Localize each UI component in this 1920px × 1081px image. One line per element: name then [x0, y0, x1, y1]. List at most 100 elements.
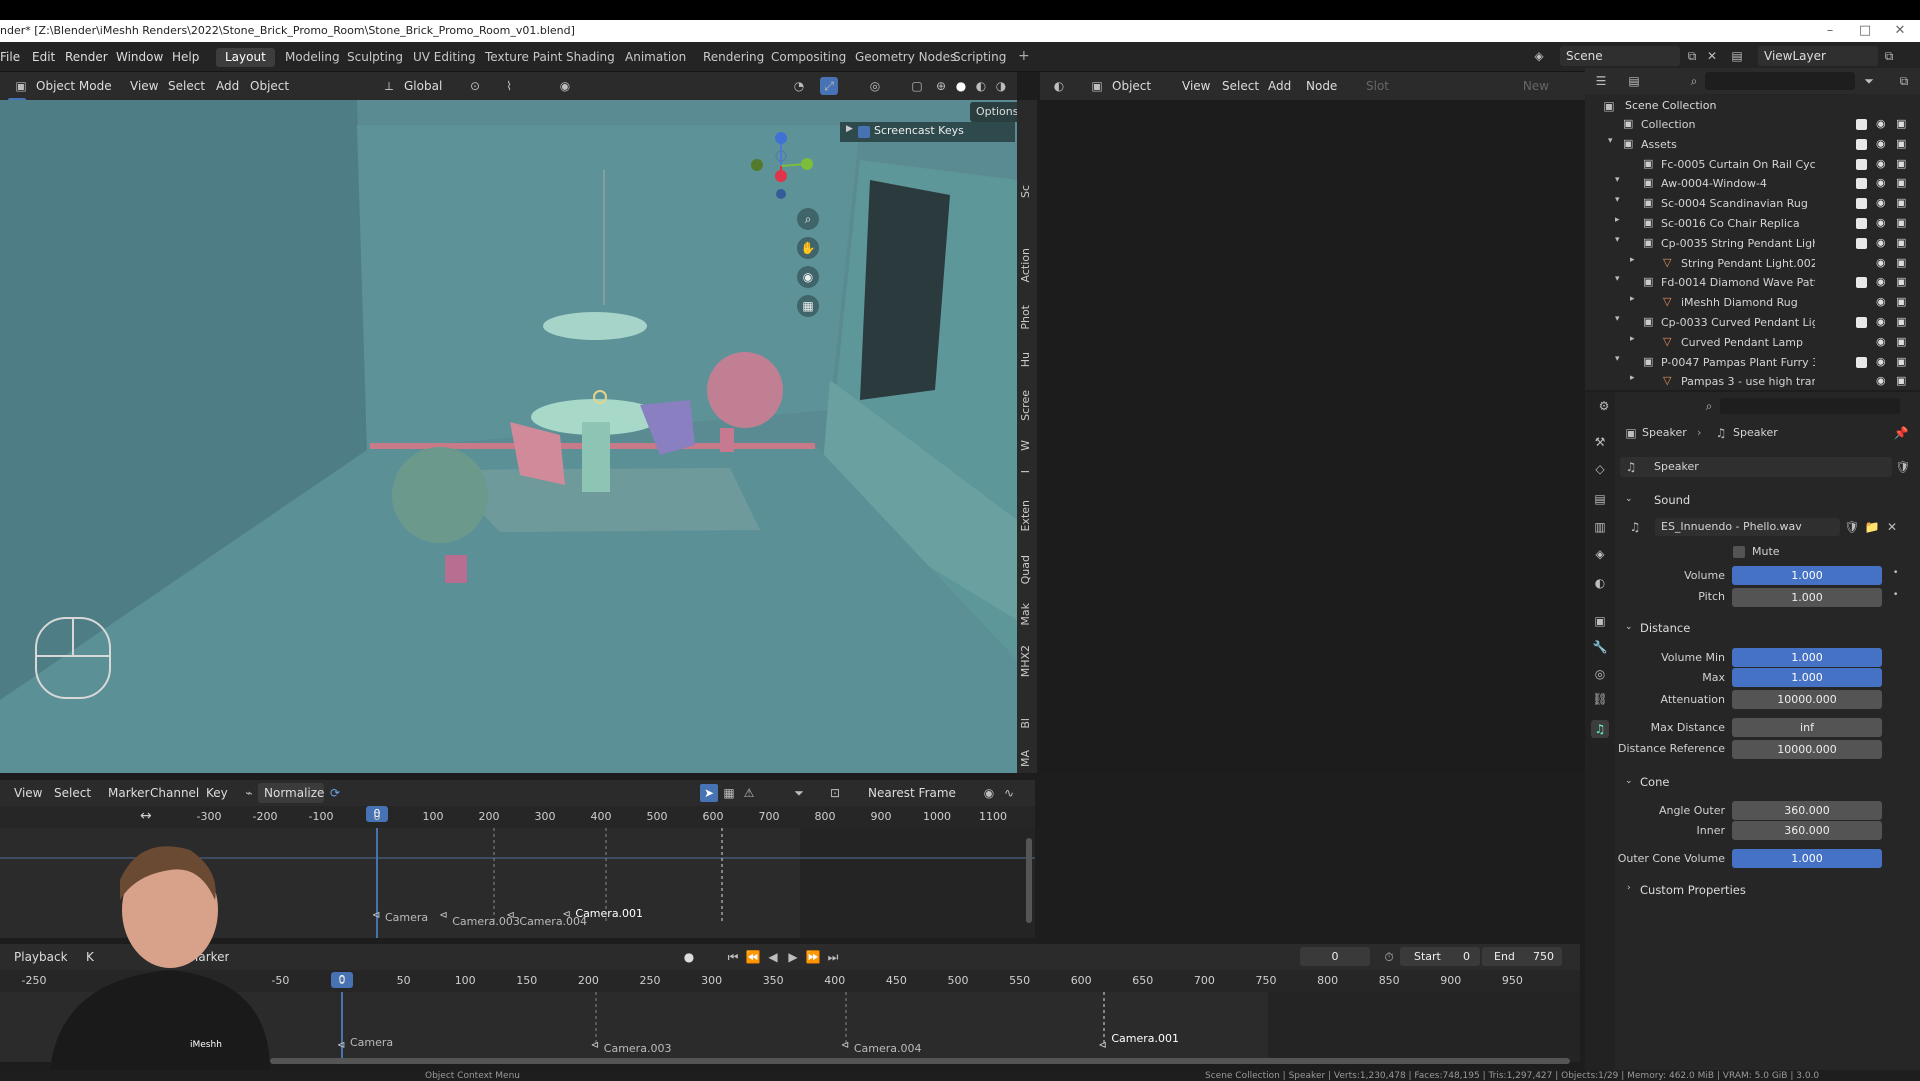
- exclude-checkbox[interactable]: [1856, 178, 1867, 190]
- cone-collapse-icon[interactable]: ⌄: [1625, 776, 1633, 786]
- workspace-tab-uv-editing[interactable]: UV Editing: [404, 48, 485, 67]
- props-search-input[interactable]: [1720, 398, 1900, 414]
- marker-icon[interactable]: ⊲: [506, 910, 514, 921]
- navigation-gizmo[interactable]: [745, 128, 825, 208]
- play-reverse-icon[interactable]: ◀: [764, 948, 782, 966]
- fake-user-icon[interactable]: 🛡: [1894, 458, 1912, 476]
- outliner-root[interactable]: Scene Collection: [1605, 96, 1716, 116]
- range-icon[interactable]: ↔: [140, 808, 152, 824]
- graph-marker-label[interactable]: Camera: [385, 911, 428, 924]
- camera-icon[interactable]: ▣: [1896, 137, 1906, 150]
- timeline-marker-label[interactable]: Camera: [350, 1036, 393, 1049]
- outliner-filter-icon[interactable]: ⏷: [1860, 72, 1878, 90]
- exclude-checkbox[interactable]: [1856, 218, 1867, 229]
- eye-icon[interactable]: ◉: [1876, 374, 1886, 387]
- pivot-icon[interactable]: ⊙: [466, 77, 484, 95]
- sidebar-tab-6[interactable]: I: [1019, 470, 1035, 473]
- delete-scene-icon[interactable]: ✕: [1703, 47, 1721, 65]
- workspace-tab-compositing[interactable]: Compositing: [762, 48, 855, 67]
- camera-icon[interactable]: ▣: [1896, 157, 1906, 170]
- camera-icon[interactable]: ▣: [1896, 295, 1906, 308]
- expand-arrow-icon[interactable]: ▾: [1615, 175, 1620, 185]
- pitch-keyframe-icon[interactable]: •: [1893, 590, 1898, 600]
- breadcrumb-object[interactable]: Speaker: [1642, 426, 1687, 439]
- menu-edit[interactable]: Edit: [32, 42, 55, 72]
- menu-window[interactable]: Window: [116, 42, 163, 72]
- xray-icon[interactable]: ▢: [908, 77, 926, 95]
- eye-icon[interactable]: ◉: [1876, 355, 1886, 368]
- graph-pivot-icon[interactable]: ⊡: [826, 784, 844, 802]
- expand-arrow-icon[interactable]: ▾: [1615, 314, 1620, 324]
- workspace-tab-animation[interactable]: Animation: [616, 48, 695, 67]
- props-search-icon[interactable]: ⌕: [1700, 397, 1718, 415]
- expand-arrow-icon[interactable]: ▾: [1615, 195, 1620, 205]
- marker-icon[interactable]: ⊲: [439, 910, 447, 921]
- menu-help[interactable]: Help: [172, 42, 199, 72]
- jump-keyframe-back-icon[interactable]: ⏪: [744, 948, 762, 966]
- record-icon[interactable]: ●: [680, 948, 698, 966]
- camera-icon[interactable]: ▣: [1896, 256, 1906, 269]
- auto-snap-dropdown[interactable]: Nearest Frame: [862, 783, 972, 803]
- stopwatch-icon[interactable]: ⏱: [1380, 948, 1398, 966]
- exclude-checkbox[interactable]: [1856, 119, 1867, 130]
- props-tab-tool-icon[interactable]: ⚒: [1591, 433, 1609, 451]
- proportional-edit-icon[interactable]: ◉: [556, 77, 574, 95]
- distance-section-header[interactable]: Distance: [1640, 621, 1690, 635]
- exclude-checkbox[interactable]: [1856, 198, 1867, 210]
- expand-arrow-icon[interactable]: ▾: [1608, 136, 1613, 146]
- viewport-menu-object[interactable]: Object: [250, 72, 289, 100]
- solid-shading-icon[interactable]: ●: [952, 77, 970, 95]
- new-collection-icon[interactable]: ⧉: [1895, 72, 1913, 90]
- volume-min-field[interactable]: 1.000: [1732, 648, 1882, 667]
- pitch-field[interactable]: 1.000: [1732, 588, 1882, 607]
- eye-icon[interactable]: ◉: [1876, 137, 1886, 150]
- outliner-search-input[interactable]: [1705, 72, 1855, 90]
- minimize-icon[interactable]: –: [1815, 20, 1845, 42]
- sidebar-tab-11[interactable]: Bl: [1019, 718, 1035, 729]
- camera-icon[interactable]: ▣: [1896, 236, 1906, 249]
- scene-icon[interactable]: ◈: [1530, 47, 1548, 65]
- angle-outer-field[interactable]: 360.000: [1732, 801, 1882, 820]
- sidebar-tab-2[interactable]: Phot: [1019, 305, 1035, 330]
- custom-props-expand-icon[interactable]: ›: [1627, 883, 1631, 893]
- frame-start-field[interactable]: Start 0: [1400, 947, 1480, 966]
- slot-dropdown[interactable]: Slot: [1360, 76, 1424, 96]
- eye-icon[interactable]: ◉: [1876, 256, 1886, 269]
- mode-dropdown[interactable]: Object Mode: [30, 76, 118, 96]
- camera-icon[interactable]: ▣: [1896, 275, 1906, 288]
- graph-menu-channel[interactable]: Channel: [150, 780, 199, 806]
- viewport-menu-view[interactable]: View: [130, 72, 158, 100]
- snap-icon[interactable]: ⌇: [500, 77, 518, 95]
- close-icon[interactable]: ✕: [1885, 20, 1915, 42]
- mute-checkbox[interactable]: [1733, 546, 1745, 558]
- eye-icon[interactable]: ◉: [1876, 236, 1886, 249]
- camera-icon[interactable]: ▣: [1896, 374, 1906, 387]
- eye-icon[interactable]: ◉: [1876, 295, 1886, 308]
- pin-icon[interactable]: 📌: [1892, 424, 1910, 442]
- workspace-tab-layout[interactable]: Layout: [216, 48, 275, 67]
- camera-icon[interactable]: ▣: [1896, 216, 1906, 229]
- sidebar-tab-1[interactable]: Action: [1019, 248, 1035, 282]
- jump-start-icon[interactable]: ⏮: [724, 948, 742, 966]
- outer-cone-field[interactable]: 1.000: [1732, 849, 1882, 868]
- eye-icon[interactable]: ◉: [1876, 157, 1886, 170]
- ortho-grid-icon[interactable]: ▦: [797, 295, 819, 317]
- node-editor-canvas[interactable]: [1040, 100, 1585, 773]
- sidebar-tab-7[interactable]: Exten: [1019, 500, 1035, 532]
- wireframe-shading-icon[interactable]: ⊕: [932, 77, 950, 95]
- sidebar-tab-8[interactable]: Quad: [1019, 555, 1035, 584]
- exclude-checkbox[interactable]: [1856, 237, 1867, 249]
- inner-field[interactable]: 360.000: [1732, 821, 1882, 840]
- expand-chevron-icon[interactable]: ▶: [846, 124, 853, 134]
- graph-scrollbar[interactable]: [1026, 838, 1032, 923]
- sidebar-tab-0[interactable]: Sc: [1019, 185, 1035, 198]
- viewlayer-selector[interactable]: ViewLayer: [1758, 46, 1878, 66]
- camera-icon[interactable]: ▣: [1896, 315, 1906, 328]
- volume-max-field[interactable]: 1.000: [1732, 668, 1882, 687]
- graph-proportional-icon[interactable]: ◉: [980, 784, 998, 802]
- pan-hand-icon[interactable]: ✋: [797, 237, 819, 259]
- props-tab-object-icon[interactable]: ▣: [1591, 612, 1609, 630]
- volume-keyframe-icon[interactable]: •: [1893, 568, 1898, 578]
- gizmo-toggle-icon[interactable]: ⤢: [820, 77, 838, 95]
- cone-section-header[interactable]: Cone: [1640, 775, 1669, 789]
